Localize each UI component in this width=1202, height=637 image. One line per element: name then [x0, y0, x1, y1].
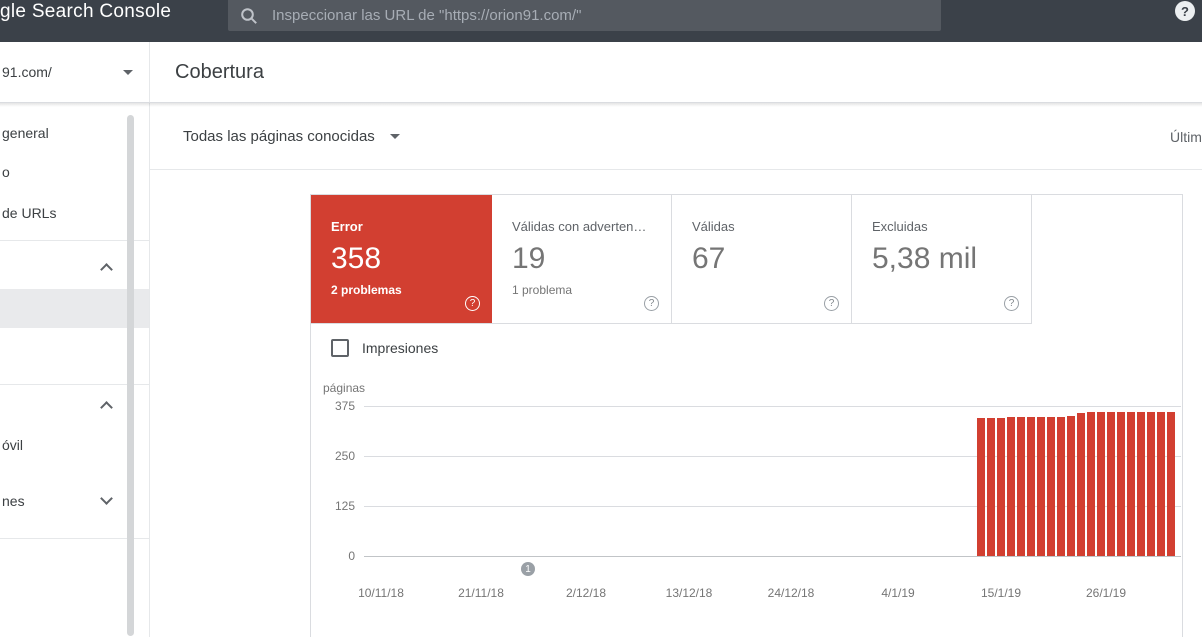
y-tick-label: 125 [334, 499, 355, 513]
coverage-chart [364, 406, 1181, 557]
y-tick-label: 250 [334, 449, 355, 463]
tile-subtitle: 1 problema [512, 283, 573, 297]
x-tick-label: 2/12/18 [565, 586, 607, 600]
bar[interactable] [1107, 412, 1115, 556]
tile-subtitle: 2 problemas [331, 283, 402, 297]
impressions-checkbox[interactable] [331, 339, 349, 357]
sidebar-scrollbar[interactable] [127, 115, 134, 636]
screen: gle Search Console ? 91.com/ general o d… [0, 0, 1202, 637]
bar[interactable] [997, 418, 1005, 556]
bar[interactable] [977, 418, 985, 556]
coverage-panel: Error 358 2 problemas ? Válidas con adve… [310, 194, 1183, 637]
tile-title: Excluidas [872, 219, 928, 234]
bar[interactable] [1077, 413, 1085, 556]
bar[interactable] [1167, 412, 1175, 556]
help-icon[interactable]: ? [1004, 296, 1019, 311]
tile-error[interactable]: Error 358 2 problemas ? [311, 195, 492, 323]
property-selector[interactable]: 91.com/ [0, 42, 150, 103]
topbar: gle Search Console ? [0, 0, 1202, 42]
help-icon[interactable]: ? [644, 296, 659, 311]
y-tick-label: 375 [334, 399, 355, 413]
tile-excluded[interactable]: Excluidas 5,38 mil ? [852, 195, 1032, 323]
tile-value: 358 [331, 242, 382, 275]
sidebar-item-label: de URLs [2, 205, 57, 221]
chart-y-axis-label: páginas [323, 381, 366, 395]
x-tick-label: 26/1/19 [1085, 586, 1127, 600]
tile-value: 67 [692, 242, 726, 275]
bar[interactable] [1117, 412, 1125, 556]
url-inspection-searchbox[interactable] [228, 0, 941, 31]
tile-title: Válidas [692, 219, 735, 234]
bar[interactable] [1087, 412, 1095, 556]
bar[interactable] [1047, 417, 1055, 556]
help-icon[interactable]: ? [465, 296, 480, 311]
chevron-up-icon [100, 401, 113, 414]
x-tick-label: 24/12/18 [767, 586, 815, 600]
impressions-legend: Impresiones [331, 339, 438, 357]
bar[interactable] [1017, 417, 1025, 556]
bar[interactable] [1147, 412, 1155, 556]
status-tiles: Error 358 2 problemas ? Válidas con adve… [311, 195, 1032, 324]
chevron-down-icon [100, 492, 113, 505]
chevron-down-icon [389, 134, 400, 139]
bar[interactable] [1157, 412, 1165, 556]
bar[interactable] [987, 418, 995, 556]
x-tick-label: 15/1/19 [980, 586, 1022, 600]
tile-value: 5,38 mil [872, 242, 978, 275]
search-icon [241, 7, 257, 24]
help-icon[interactable]: ? [824, 296, 839, 311]
gridline [364, 556, 1181, 557]
tile-valid[interactable]: Válidas 67 ? [672, 195, 852, 323]
y-tick-label: 0 [348, 549, 355, 563]
bar[interactable] [1127, 412, 1135, 556]
page-filter-dropdown[interactable]: Todas las páginas conocidas [183, 128, 400, 145]
sidebar-item-label: o [2, 164, 10, 180]
x-tick-label: 21/11/18 [458, 586, 504, 600]
bar[interactable] [1037, 417, 1045, 556]
impressions-label: Impresiones [362, 340, 439, 356]
bar[interactable] [1057, 417, 1065, 556]
tile-value: 19 [512, 242, 546, 275]
x-tick-label: 10/11/18 [358, 586, 404, 600]
sidebar-item-label: nes [2, 493, 25, 509]
bar[interactable] [1027, 417, 1035, 556]
brand-logo: gle Search Console [0, 1, 172, 22]
tile-title: Válidas con adverten… [512, 219, 647, 234]
tile-title: Error [331, 219, 363, 234]
x-tick-label: 13/12/18 [665, 586, 713, 600]
chevron-up-icon [100, 263, 113, 276]
help-icon[interactable]: ? [1175, 1, 1195, 21]
tile-valid-with-warnings[interactable]: Válidas con adverten… 19 1 problema ? [492, 195, 672, 323]
sidebar: 91.com/ general o de URLs óvil nes [0, 42, 150, 637]
page-header: Cobertura [150, 42, 1202, 103]
bar[interactable] [1007, 417, 1015, 556]
gridline [364, 406, 1181, 407]
filter-label: Todas las páginas conocidas [183, 128, 375, 145]
timeline-marker[interactable]: 1 [521, 562, 535, 576]
sidebar-item-label: óvil [2, 437, 24, 453]
sidebar-item-label: general [2, 125, 49, 141]
last-updated-text: Últim [1170, 129, 1202, 145]
page-title: Cobertura [175, 60, 264, 83]
bar[interactable] [1137, 412, 1145, 556]
property-label: 91.com/ [2, 64, 52, 80]
url-inspection-input[interactable] [272, 7, 941, 24]
bar[interactable] [1067, 416, 1075, 556]
bar[interactable] [1097, 412, 1105, 556]
filter-row: Todas las páginas conocidas Últim [150, 107, 1202, 170]
x-tick-label: 4/1/19 [881, 586, 915, 600]
chevron-down-icon [123, 70, 133, 75]
